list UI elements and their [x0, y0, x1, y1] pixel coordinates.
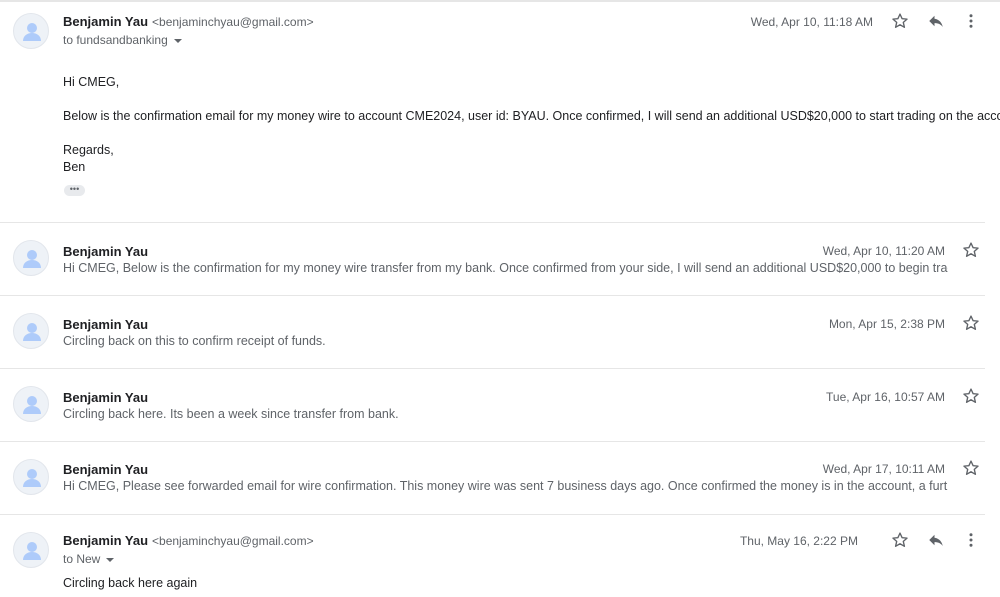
recipient-dropdown[interactable]: to fundsandbanking: [63, 33, 182, 47]
sender-name: Benjamin Yau: [63, 14, 149, 29]
more-vert-icon[interactable]: [960, 529, 982, 551]
avatar[interactable]: [13, 313, 49, 349]
message-date: Thu, May 16, 2:22 PM: [739, 534, 858, 548]
message-date: Mon, Apr 15, 2:38 PM: [828, 317, 945, 331]
star-icon[interactable]: [960, 312, 982, 334]
sender-name: Benjamin Yau: [63, 317, 149, 332]
sender-email: <benjaminchyau@gmail.com>: [152, 534, 314, 548]
sender[interactable]: Benjamin Yau <benjaminchyau@gmail.com>: [63, 533, 314, 548]
message-snippet: Hi CMEG, Below is the confirmation for m…: [63, 261, 948, 275]
show-trimmed-content-button[interactable]: •••: [64, 185, 85, 196]
recipient-label: to fundsandbanking: [63, 33, 168, 47]
message-collapsed[interactable]: Benjamin Yau Tue, Apr 16, 10:57 AM Circl…: [0, 369, 985, 441]
sender-name: Benjamin Yau: [63, 244, 149, 259]
star-icon[interactable]: [960, 385, 982, 407]
avatar[interactable]: [13, 459, 49, 495]
chevron-down-icon[interactable]: [106, 557, 115, 562]
avatar[interactable]: [13, 13, 49, 49]
reply-icon[interactable]: [925, 529, 947, 551]
sender-name: Benjamin Yau: [63, 462, 149, 477]
body-paragraph: Circling back here again: [63, 576, 198, 590]
person-icon: [23, 396, 41, 414]
avatar[interactable]: [13, 532, 49, 568]
reply-icon[interactable]: [925, 10, 947, 32]
message-collapsed[interactable]: Benjamin Yau Mon, Apr 15, 2:38 PM Circli…: [0, 296, 985, 368]
star-icon[interactable]: [889, 10, 911, 32]
body-signoff: Regards,: [63, 143, 114, 157]
message-expanded: Benjamin Yau <benjaminchyau@gmail.com> to…: [0, 515, 985, 597]
avatar[interactable]: [13, 240, 49, 276]
sender-name: Benjamin Yau: [63, 533, 149, 548]
message-date: Wed, Apr 10, 11:20 AM: [822, 244, 945, 258]
chevron-down-icon[interactable]: [173, 38, 182, 43]
person-icon: [23, 250, 41, 268]
recipient-dropdown[interactable]: to New: [63, 552, 115, 566]
message-collapsed[interactable]: Benjamin Yau Wed, Apr 10, 11:20 AM Hi CM…: [0, 223, 985, 295]
body-signature: Ben: [63, 160, 86, 174]
body-greeting: Hi CMEG,: [63, 75, 120, 89]
star-icon[interactable]: [889, 529, 911, 551]
person-icon: [23, 542, 41, 560]
message-snippet: Hi CMEG, Please see forwarded email for …: [63, 479, 948, 493]
person-icon: [23, 323, 41, 341]
avatar[interactable]: [13, 386, 49, 422]
message-date: Tue, Apr 16, 10:57 AM: [826, 390, 945, 404]
sender-email: <benjaminchyau@gmail.com>: [152, 15, 314, 29]
message-date: Wed, Apr 10, 11:18 AM: [750, 15, 873, 29]
sender-name: Benjamin Yau: [63, 390, 149, 405]
message-snippet: Circling back on this to confirm receipt…: [63, 334, 326, 348]
body-paragraph: Below is the confirmation email for my m…: [63, 109, 1000, 123]
sender[interactable]: Benjamin Yau <benjaminchyau@gmail.com>: [63, 14, 314, 29]
more-vert-icon[interactable]: [960, 10, 982, 32]
person-icon: [23, 23, 41, 41]
message-collapsed[interactable]: Benjamin Yau Wed, Apr 17, 10:11 AM Hi CM…: [0, 442, 985, 514]
recipient-label: to New: [63, 552, 101, 566]
message-date: Wed, Apr 17, 10:11 AM: [822, 462, 945, 476]
person-icon: [23, 469, 41, 487]
star-icon[interactable]: [960, 239, 982, 261]
star-icon[interactable]: [960, 457, 982, 479]
message-expanded: Benjamin Yau <benjaminchyau@gmail.com> to…: [0, 0, 1000, 222]
message-snippet: Circling back here. Its been a week sinc…: [63, 407, 399, 421]
